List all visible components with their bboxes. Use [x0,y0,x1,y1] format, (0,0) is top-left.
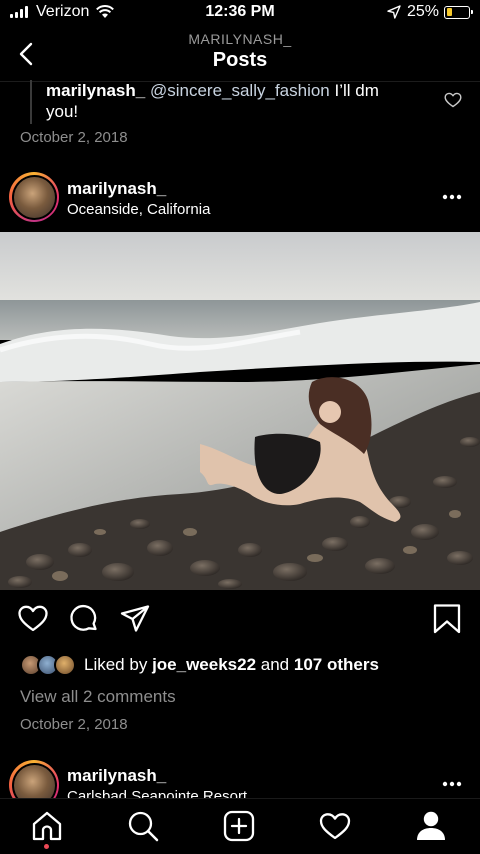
search-icon[interactable] [126,809,160,843]
previous-comment: marilynash_ @sincere_sally_fashion I’ll … [30,80,428,124]
post-username[interactable]: marilynash_ [67,766,166,786]
comment-text: I’ll dm [329,81,379,100]
page-title: Posts [212,49,268,71]
view-comments-link[interactable]: View all 2 comments [20,687,176,707]
comment-mention[interactable]: @sincere_sally_fashion [150,81,330,100]
battery-percent: 25% [406,3,439,20]
profile-icon[interactable] [414,809,448,843]
likes-prefix: Liked by [84,655,148,674]
comment-icon[interactable] [68,603,100,635]
avatar[interactable] [9,172,59,222]
likes-and: and [260,655,290,674]
share-icon[interactable] [119,603,151,635]
comment-text-continued: you! [46,102,79,121]
tab-bar [0,798,480,854]
avatar [54,654,76,676]
activity-heart-icon[interactable] [318,809,352,843]
home-icon[interactable] [30,809,64,843]
location-arrow-icon [387,5,401,19]
post-location[interactable]: Oceanside, California [67,201,210,218]
heart-icon[interactable] [17,603,49,635]
comment-like-heart-icon[interactable] [444,92,462,108]
post-photo[interactable] [0,232,480,590]
comment-date: October 2, 2018 [20,129,128,146]
status-right: 25% [387,3,473,21]
post-location[interactable]: Carlsbad Seapointe Resort [67,788,247,798]
liker-avatars [20,653,78,677]
bookmark-icon[interactable] [431,603,463,635]
post-actions [0,603,480,639]
more-options-icon[interactable] [442,781,462,787]
avatar[interactable] [9,760,59,798]
likes-others[interactable]: 107 others [294,655,379,675]
next-post-header: marilynash_ Carlsbad Seapointe Resort [0,758,480,798]
likes-row[interactable]: Liked by joe_weeks22 and 107 others [20,653,379,677]
liked-by-user[interactable]: joe_weeks22 [152,655,256,675]
nav-header: MARILYNASH_ Posts [0,28,480,82]
comment-username[interactable]: marilynash_ [46,81,145,100]
more-options-icon[interactable] [442,194,462,200]
post-date: October 2, 2018 [20,716,128,733]
notification-dot [44,844,49,849]
new-post-icon[interactable] [222,809,256,843]
status-bar: Verizon 12:36 PM 25% [0,0,480,28]
header-username: MARILYNASH_ [188,31,292,47]
battery-icon [444,5,473,19]
post-header: marilynash_ Oceanside, California [0,170,480,226]
post-username[interactable]: marilynash_ [67,179,166,199]
